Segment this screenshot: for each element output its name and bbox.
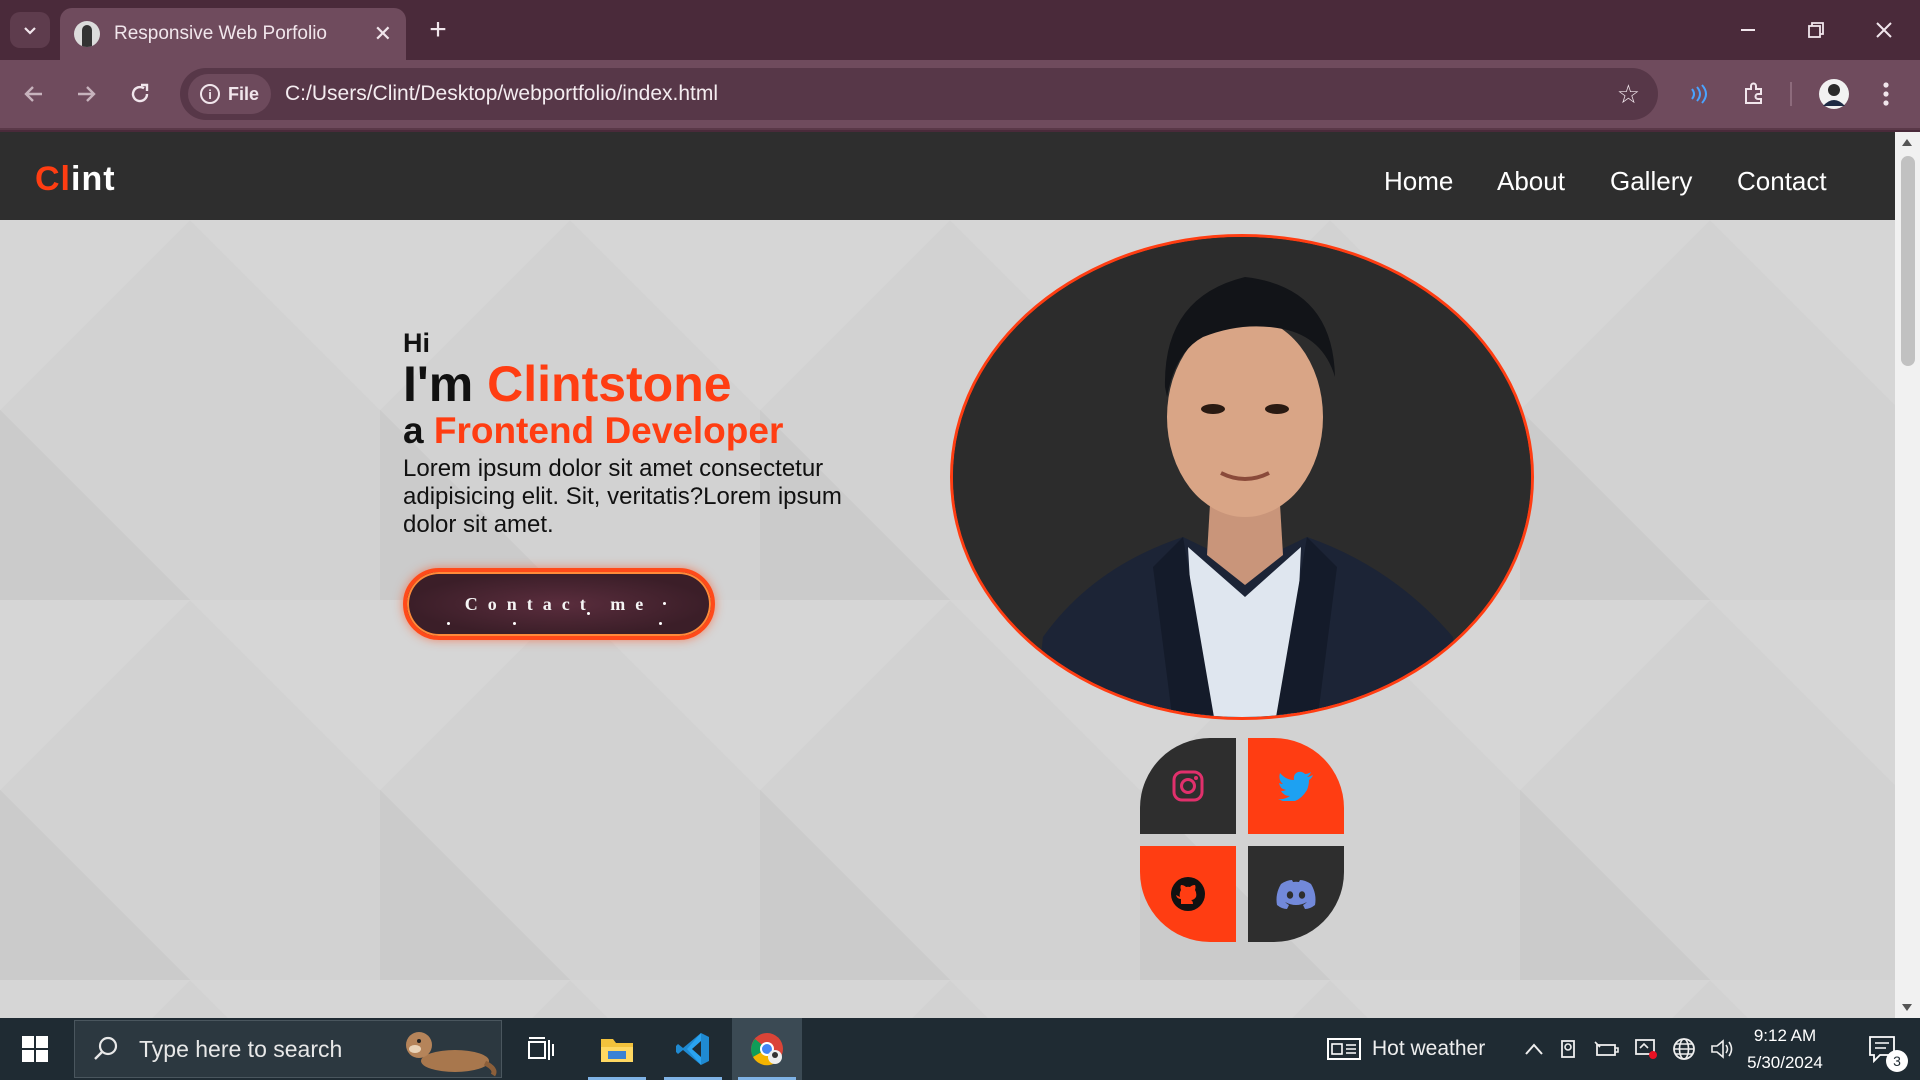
battery-icon[interactable] [1594, 1039, 1620, 1059]
new-tab-button[interactable]: + [418, 12, 458, 48]
windows-logo-icon [22, 1036, 48, 1062]
chrome-icon [751, 1033, 783, 1066]
favicon-icon [74, 21, 100, 47]
sparkle [447, 622, 450, 625]
tab-search-button[interactable] [10, 12, 50, 48]
reload-icon[interactable] [118, 72, 162, 116]
sparkle [513, 622, 516, 625]
file-chip-label: File [228, 83, 260, 104]
hero-text: Hi I'm Clintstone a Frontend Developer L… [403, 328, 863, 539]
notification-count-badge: 3 [1886, 1050, 1908, 1072]
hero-role: Frontend Developer [433, 410, 784, 451]
nav-contact-link[interactable]: Contact [1737, 166, 1827, 197]
restore-icon[interactable] [1782, 0, 1850, 60]
role-prefix: a [403, 410, 434, 451]
more-menu-icon[interactable] [1868, 76, 1904, 112]
notification-center-button[interactable]: 3 [1856, 1018, 1910, 1080]
bookmark-star-icon[interactable]: ☆ [1617, 79, 1640, 110]
contact-me-label: Contact me [464, 593, 654, 614]
task-view-button[interactable] [506, 1018, 576, 1080]
chevron-up-icon[interactable] [1524, 1042, 1544, 1056]
address-bar[interactable]: i File C:/Users/Clint/Desktop/webportfol… [180, 68, 1658, 120]
nav-gallery-link[interactable]: Gallery [1610, 166, 1692, 197]
profile-avatar-icon[interactable] [1816, 76, 1852, 112]
close-tab-icon[interactable]: ✕ [374, 23, 392, 45]
back-arrow-icon[interactable] [12, 72, 56, 116]
extensions-icon[interactable] [1736, 76, 1772, 112]
instagram-icon [1172, 770, 1204, 802]
hero-greeting: Hi [403, 328, 430, 358]
meet-now-icon[interactable] [1558, 1038, 1580, 1060]
url-text[interactable]: C:/Users/Clint/Desktop/webportfolio/inde… [285, 82, 1617, 106]
sparkle [663, 602, 666, 605]
forward-arrow-icon[interactable] [64, 72, 108, 116]
nav-about-link[interactable]: About [1497, 166, 1565, 197]
vscode-button[interactable] [658, 1018, 728, 1080]
file-explorer-button[interactable] [582, 1018, 652, 1080]
weather-widget[interactable]: Hot weather [1326, 1018, 1485, 1080]
page-viewport: Clint Home About Gallery Contact Hi I'm … [0, 132, 1920, 1018]
start-button[interactable] [0, 1018, 70, 1080]
twitter-icon [1278, 771, 1313, 801]
hero-name: Clintstone [487, 356, 732, 412]
github-icon [1171, 877, 1205, 911]
browser-toolbar: i File C:/Users/Clint/Desktop/webportfol… [0, 60, 1920, 130]
clock-date: 5/30/2024 [1747, 1053, 1823, 1072]
minimize-icon[interactable] [1714, 0, 1782, 60]
system-tray [1524, 1018, 1734, 1080]
clock-time: 9:12 AM [1753, 1026, 1817, 1045]
sparkle [587, 612, 590, 615]
vscode-icon [676, 1033, 709, 1065]
chevron-down-icon [24, 27, 36, 35]
news-weather-icon [1327, 1038, 1361, 1060]
otter-illustration-icon [406, 1032, 497, 1077]
page-background [0, 220, 1895, 1018]
portrait-illustration [953, 237, 1531, 717]
hero-role-line: a Frontend Developer [403, 410, 863, 453]
task-view-icon [528, 1037, 554, 1060]
weather-text: Hot weather [1372, 1037, 1486, 1060]
hero-blurb: Lorem ipsum dolor sit amet consectetur a… [403, 454, 842, 538]
taskbar-search-box[interactable]: Type here to search [74, 1020, 502, 1078]
scroll-thumb[interactable] [1901, 156, 1915, 366]
discord-icon [1276, 880, 1316, 909]
hero-name-line: I'm Clintstone [403, 359, 863, 410]
scroll-down-icon[interactable] [1902, 1004, 1912, 1012]
site-info-chip[interactable]: i File [188, 74, 272, 114]
site-navbar: Clint Home About Gallery Contact [0, 132, 1895, 220]
tab-title: Responsive Web Porfolio [114, 23, 327, 44]
info-icon: i [200, 84, 220, 104]
search-icon [94, 1036, 118, 1060]
profile-photo [950, 234, 1534, 720]
vertical-scrollbar[interactable] [1895, 132, 1920, 1018]
browser-tab[interactable]: Responsive Web Porfolio ✕ [60, 8, 406, 60]
folder-icon [601, 1039, 633, 1062]
sparkle [659, 622, 662, 625]
security-alert-icon[interactable] [1634, 1038, 1658, 1060]
close-window-icon[interactable] [1850, 0, 1918, 60]
browser-tab-strip: Responsive Web Porfolio ✕ + [0, 0, 1920, 60]
nav-home-link[interactable]: Home [1384, 166, 1453, 197]
chrome-button[interactable] [732, 1018, 802, 1080]
scroll-up-icon[interactable] [1902, 138, 1912, 146]
site-logo[interactable]: Clint [35, 160, 116, 199]
im-prefix: I'm [403, 356, 488, 412]
logo-rest: int [71, 160, 116, 198]
network-globe-icon[interactable] [1672, 1037, 1696, 1061]
logo-accent: Cl [35, 160, 71, 198]
windows-taskbar: Type here to search Hot weather 9:12 AM … [0, 1018, 1920, 1080]
toolbar-divider [1790, 82, 1792, 106]
cast-icon[interactable] [1680, 76, 1716, 112]
clock[interactable]: 9:12 AM 5/30/2024 [1720, 1022, 1850, 1076]
contact-me-button[interactable]: Contact me [403, 568, 715, 640]
search-placeholder: Type here to search [139, 1035, 343, 1062]
